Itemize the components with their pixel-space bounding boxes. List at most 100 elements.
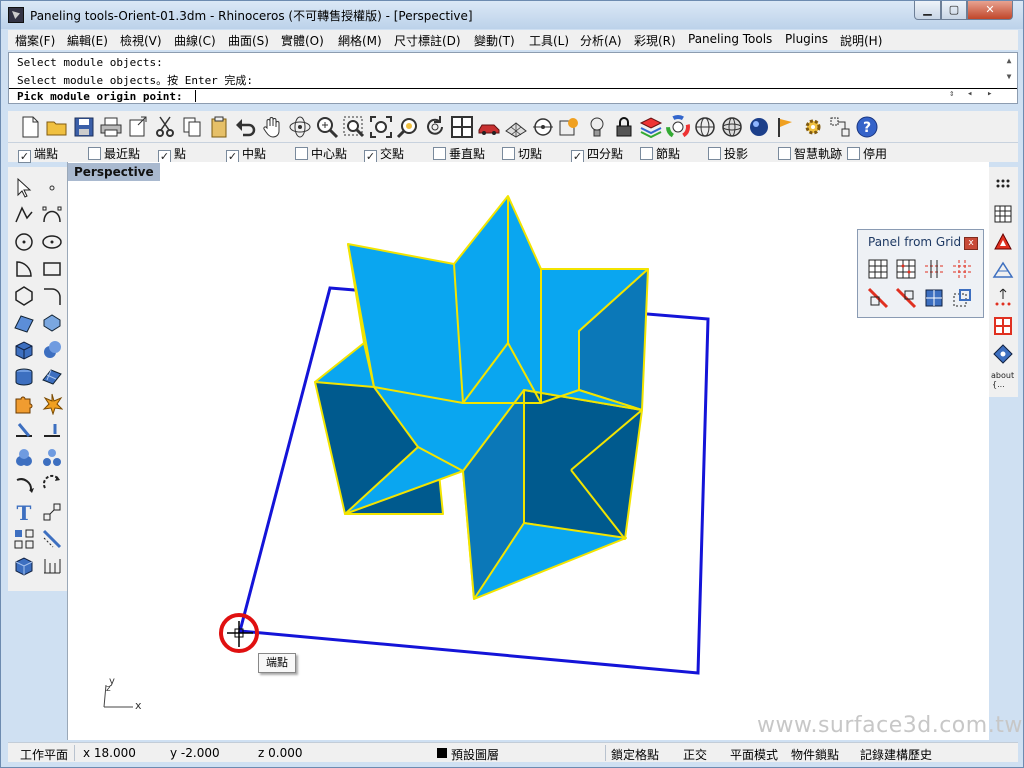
- panel-custom-variable-icon[interactable]: [895, 287, 917, 309]
- render-sphere-icon[interactable]: [747, 115, 771, 139]
- lock-icon[interactable]: [612, 115, 636, 139]
- flag-icon[interactable]: [774, 115, 798, 139]
- title-bar[interactable]: Paneling tools-Orient-01.3dm - Rhinocero…: [1, 1, 1023, 29]
- menu-file[interactable]: 檔案(F): [15, 32, 55, 49]
- osnap-point[interactable]: ✓ 點: [158, 145, 186, 163]
- panel-grid-points-icon[interactable]: [895, 258, 917, 280]
- undo-icon[interactable]: [234, 115, 258, 139]
- spin-arrows-icon[interactable]: ⇕: [949, 89, 954, 99]
- copy-icon[interactable]: [180, 115, 204, 139]
- new-file-icon[interactable]: [18, 115, 42, 139]
- menu-dimension[interactable]: 尺寸標註(D): [394, 32, 461, 49]
- menu-render[interactable]: 彩現(R): [634, 32, 676, 49]
- menu-analyze[interactable]: 分析(A): [580, 32, 622, 49]
- move-icon[interactable]: [41, 474, 63, 496]
- osnap-checkbox[interactable]: [847, 147, 860, 160]
- group-icon[interactable]: [41, 447, 63, 469]
- cylinder-icon[interactable]: [13, 366, 35, 388]
- rotate-view-icon[interactable]: [288, 115, 312, 139]
- menu-view[interactable]: 檢視(V): [120, 32, 162, 49]
- arrow-right-icon[interactable]: ▸: [987, 89, 992, 99]
- close-button[interactable]: ✕: [967, 1, 1013, 20]
- fillet-icon[interactable]: [41, 285, 63, 307]
- export-icon[interactable]: [126, 115, 150, 139]
- menu-solid[interactable]: 實體(O): [281, 32, 324, 49]
- extrude-surface-icon[interactable]: [41, 312, 63, 334]
- split-icon[interactable]: [13, 420, 35, 442]
- panel-grid-icon[interactable]: [867, 258, 889, 280]
- arc-icon[interactable]: [13, 258, 35, 280]
- scene-canvas[interactable]: x y z: [68, 162, 990, 740]
- osnap-checkbox[interactable]: [88, 147, 101, 160]
- menu-tools[interactable]: 工具(L): [529, 32, 569, 49]
- zoom-window-icon[interactable]: [342, 115, 366, 139]
- osnap-perpendicular[interactable]: 垂直點: [433, 145, 485, 162]
- osnap-quadrant[interactable]: ✓ 四分點: [571, 145, 623, 163]
- panel-close-button[interactable]: x: [964, 237, 978, 250]
- osnap-checkbox[interactable]: [295, 147, 308, 160]
- panel-from-grid-toolbar[interactable]: Panel from Grid x: [857, 229, 984, 318]
- osnap-end[interactable]: ✓ 端點: [18, 145, 58, 163]
- history-scroll-down-icon[interactable]: ▼: [1003, 72, 1015, 81]
- status-layer[interactable]: 預設圖層: [451, 746, 499, 763]
- trim-icon[interactable]: [41, 420, 63, 442]
- zoom-icon[interactable]: [315, 115, 339, 139]
- osnap-checkbox[interactable]: [640, 147, 653, 160]
- rotate-icon[interactable]: [13, 474, 35, 496]
- panel-flat-icon[interactable]: [951, 287, 973, 309]
- print-icon[interactable]: [99, 115, 123, 139]
- polyline-icon[interactable]: [13, 204, 35, 226]
- scale-icon[interactable]: [41, 501, 63, 523]
- select-arrow-icon[interactable]: [13, 177, 35, 199]
- osnap-disable[interactable]: 停用: [847, 145, 887, 162]
- ellipse-icon[interactable]: [41, 231, 63, 253]
- open-file-icon[interactable]: [45, 115, 69, 139]
- status-grid-snap[interactable]: 鎖定格點: [611, 746, 659, 763]
- menu-mesh[interactable]: 網格(M): [338, 32, 382, 49]
- zoom-selected-icon[interactable]: [396, 115, 420, 139]
- menu-transform[interactable]: 變動(T): [474, 32, 515, 49]
- status-cplane[interactable]: 工作平面: [20, 746, 68, 763]
- sphere-solid-icon[interactable]: [41, 339, 63, 361]
- star-solid[interactable]: [314, 195, 649, 600]
- ordered-grid-icon[interactable]: [992, 315, 1014, 337]
- four-viewports-icon[interactable]: [450, 115, 474, 139]
- polygon-icon[interactable]: [13, 285, 35, 307]
- diagonal-grid-icon[interactable]: [992, 259, 1014, 281]
- osnap-center[interactable]: 中心點: [295, 145, 347, 162]
- array-icon[interactable]: [13, 528, 35, 550]
- menu-edit[interactable]: 編輯(E): [67, 32, 108, 49]
- point-icon[interactable]: [41, 177, 63, 199]
- offset-grid-icon[interactable]: [992, 287, 1014, 309]
- explode-icon[interactable]: [41, 393, 63, 415]
- box-solid-icon[interactable]: [13, 339, 35, 361]
- osnap-intersection[interactable]: ✓ 交點: [364, 145, 404, 163]
- grid-points-icon[interactable]: [992, 175, 1014, 197]
- target-icon[interactable]: [531, 115, 555, 139]
- panel-edges-icon[interactable]: [923, 258, 945, 280]
- boolean-union-icon[interactable]: [13, 447, 35, 469]
- osnap-tangent[interactable]: 切點: [502, 145, 542, 162]
- gear-icon[interactable]: [801, 115, 825, 139]
- undo-view-icon[interactable]: [423, 115, 447, 139]
- color-wheel-icon[interactable]: [666, 115, 690, 139]
- grid-plane-icon[interactable]: [504, 115, 528, 139]
- osnap-checkbox[interactable]: [708, 147, 721, 160]
- light-bulb-icon[interactable]: [585, 115, 609, 139]
- menu-surface[interactable]: 曲面(S): [228, 32, 269, 49]
- solid-edit-icon[interactable]: [13, 555, 35, 577]
- menu-plugins[interactable]: Plugins: [785, 32, 828, 46]
- curve-icon[interactable]: [41, 204, 63, 226]
- circle-icon[interactable]: [13, 231, 35, 253]
- zoom-extents-icon[interactable]: [369, 115, 393, 139]
- menu-help[interactable]: 說明(H): [840, 32, 882, 49]
- panel-offset-icon[interactable]: [951, 258, 973, 280]
- history-scroll-up-icon[interactable]: ▲: [1003, 56, 1015, 65]
- material-icon[interactable]: [558, 115, 582, 139]
- surface-points-icon[interactable]: [13, 312, 35, 334]
- osnap-knot[interactable]: 節點: [640, 145, 680, 162]
- osnap-midpoint[interactable]: ✓ 中點: [226, 145, 266, 163]
- osnap-checkbox[interactable]: [433, 147, 446, 160]
- arrow-left-icon[interactable]: ◂: [967, 89, 972, 99]
- osnap-checkbox[interactable]: ✓: [18, 150, 31, 163]
